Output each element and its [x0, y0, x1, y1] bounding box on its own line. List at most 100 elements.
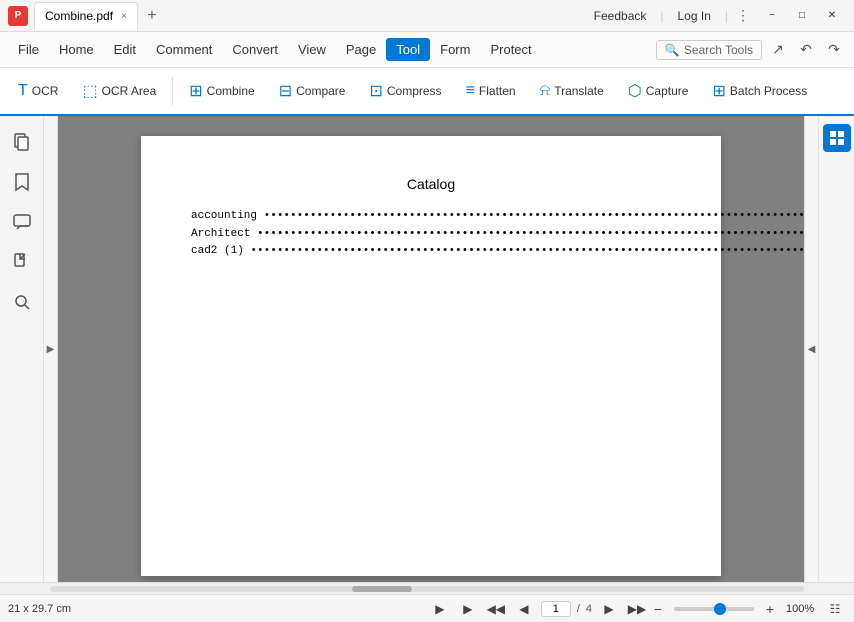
pdf-page: Catalog accounting •••••••••••••••••••••… [141, 136, 721, 576]
right-panel [818, 116, 854, 582]
flatten-label: Flatten [479, 84, 516, 98]
statusbar: 21 x 29.7 cm ▶ ▶ ◀◀ ◀ 1 / 4 ▶ ▶▶ − + 100… [0, 594, 854, 622]
combine-icon: ⊞ [189, 81, 202, 101]
pdf-viewer[interactable]: Catalog accounting •••••••••••••••••••••… [58, 116, 804, 582]
menu-tool[interactable]: Tool [386, 38, 430, 61]
page-separator: / [577, 603, 580, 615]
new-tab-btn[interactable]: + [140, 4, 164, 28]
compress-label: Compress [387, 84, 442, 98]
combine-button[interactable]: ⊞ Combine [179, 73, 264, 109]
translate-icon: ⍾ [540, 82, 551, 100]
redo-icon[interactable]: ↷ [822, 38, 846, 62]
batch-process-button[interactable]: ⊞ Batch Process [702, 73, 817, 109]
last-page-btn[interactable]: ▶▶ [626, 598, 648, 620]
hand-tool-btn[interactable]: ▶ [457, 598, 479, 620]
ocr-label: OCR [32, 84, 59, 98]
active-tab[interactable]: Combine.pdf × [34, 2, 138, 30]
window-controls: − □ ✕ [758, 6, 846, 26]
search-tools-btn[interactable]: 🔍 Search Tools [656, 40, 762, 60]
ocr-area-icon: ⬚ [82, 81, 97, 101]
compare-button[interactable]: ⊟ Compare [269, 73, 356, 109]
sidebar-pages-icon[interactable] [4, 124, 40, 160]
capture-icon: ⬡ [628, 81, 642, 101]
compare-label: Compare [296, 84, 345, 98]
more-options-btn[interactable]: ⋮ [736, 7, 750, 24]
menu-comment[interactable]: Comment [146, 38, 222, 61]
flatten-button[interactable]: ≡ Flatten [456, 73, 526, 109]
ocr-button[interactable]: T OCR [8, 73, 68, 109]
compare-icon: ⊟ [279, 81, 292, 101]
capture-button[interactable]: ⬡ Capture [618, 73, 699, 109]
translate-button[interactable]: ⍾ Translate [530, 73, 614, 109]
menu-view[interactable]: View [288, 38, 336, 61]
ocr-area-button[interactable]: ⬚ OCR Area [72, 73, 166, 109]
sidebar-attachments-icon[interactable] [4, 244, 40, 280]
ocr-icon: T [18, 82, 28, 100]
tab-close-btn[interactable]: × [121, 11, 127, 22]
prev-page-btn[interactable]: ◀ [513, 598, 535, 620]
toolbar-separator-1 [172, 77, 173, 105]
minimize-btn[interactable]: − [758, 6, 786, 26]
login-btn[interactable]: Log In [672, 7, 717, 25]
menu-protect[interactable]: Protect [480, 38, 541, 61]
zoom-in-btn[interactable]: + [760, 599, 780, 619]
next-page-btn[interactable]: ▶ [598, 598, 620, 620]
menubar-icons: ↗ ↶ ↷ [766, 38, 846, 62]
menu-form[interactable]: Form [430, 38, 480, 61]
toc-line-3: cad2 (1) •••••••••••••••••••••••••••••••… [191, 243, 671, 261]
titlebar-right: Feedback | Log In | ⋮ − □ ✕ [588, 6, 854, 26]
total-pages: 4 [586, 603, 592, 615]
ocr-area-label: OCR Area [102, 84, 157, 98]
combine-label: Combine [207, 84, 255, 98]
hscroll-thumb[interactable] [352, 586, 412, 592]
catalog-title: Catalog [191, 176, 671, 192]
menubar: File Home Edit Comment Convert View Page… [0, 32, 854, 68]
maximize-btn[interactable]: □ [788, 6, 816, 26]
cursor-tool-btn[interactable]: ▶ [429, 598, 451, 620]
toc-line-2: Architect ••••••••••••••••••••••••••••••… [191, 226, 671, 244]
hscroll-track[interactable] [50, 586, 804, 592]
batch-process-icon: ⊞ [712, 81, 725, 101]
share-icon[interactable]: ↗ [766, 38, 790, 62]
zoom-value-label: 100% [786, 603, 818, 615]
close-btn[interactable]: ✕ [818, 6, 846, 26]
main-area: ▶ Catalog accounting •••••••••••••••••••… [0, 116, 854, 582]
search-tools-label: Search Tools [684, 43, 753, 57]
sidebar-comment-icon[interactable] [4, 204, 40, 240]
view-mode-btn[interactable]: ☷ [824, 598, 846, 620]
first-page-btn[interactable]: ◀◀ [485, 598, 507, 620]
menu-edit[interactable]: Edit [104, 38, 146, 61]
menu-home[interactable]: Home [49, 38, 104, 61]
left-panel-toggle[interactable]: ▶ [44, 116, 58, 582]
titlebar-left: P Combine.pdf × + [0, 2, 588, 30]
page-dimensions: 21 x 29.7 cm [8, 603, 429, 615]
flatten-icon: ≡ [466, 82, 475, 100]
right-panel-toggle[interactable]: ◀ [804, 116, 818, 582]
right-panel-action-btn[interactable] [823, 124, 851, 152]
left-sidebar [0, 116, 44, 582]
tab-title: Combine.pdf [45, 9, 113, 23]
sidebar-bookmark-icon[interactable] [4, 164, 40, 200]
compress-icon: ⊡ [369, 81, 382, 101]
undo-icon[interactable]: ↶ [794, 38, 818, 62]
search-icon: 🔍 [665, 43, 680, 57]
titlebar: P Combine.pdf × + Feedback | Log In | ⋮ … [0, 0, 854, 32]
horizontal-scrollbar[interactable] [0, 582, 854, 594]
menu-file[interactable]: File [8, 38, 49, 61]
feedback-btn[interactable]: Feedback [588, 7, 653, 25]
menu-page[interactable]: Page [336, 38, 386, 61]
compress-button[interactable]: ⊡ Compress [359, 73, 451, 109]
zoom-controls: − + 100% ☷ [648, 598, 846, 620]
menu-convert[interactable]: Convert [222, 38, 288, 61]
zoom-out-btn[interactable]: − [648, 599, 668, 619]
sidebar-search-icon[interactable] [4, 284, 40, 320]
current-page-input[interactable]: 1 [541, 601, 571, 617]
toc-line-1: accounting •••••••••••••••••••••••••••••… [191, 208, 671, 226]
capture-label: Capture [646, 84, 689, 98]
app-icon: P [8, 6, 28, 26]
zoom-thumb[interactable] [714, 603, 726, 615]
translate-label: Translate [554, 84, 604, 98]
menubar-right: 🔍 Search Tools ↗ ↶ ↷ [656, 38, 846, 62]
page-navigation: ▶ ▶ ◀◀ ◀ 1 / 4 ▶ ▶▶ [429, 598, 648, 620]
toolbar: T OCR ⬚ OCR Area ⊞ Combine ⊟ Compare ⊡ C… [0, 68, 854, 116]
